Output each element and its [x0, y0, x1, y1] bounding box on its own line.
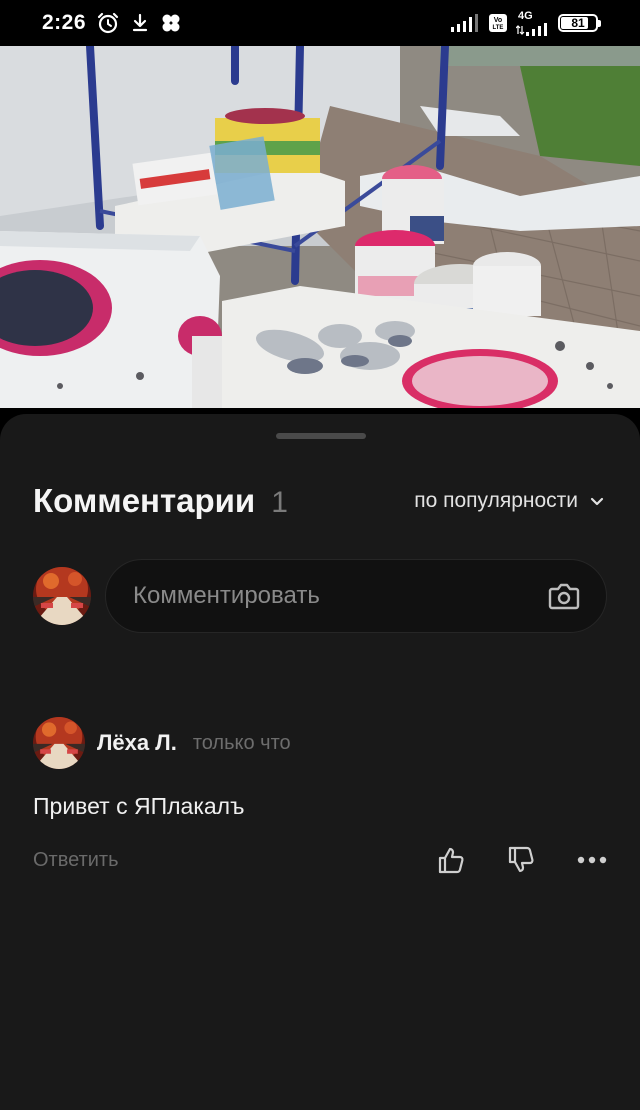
comment-input-box[interactable] [105, 559, 607, 633]
avatar[interactable] [33, 717, 85, 769]
title-wrap: Комментарии 1 [33, 482, 288, 520]
svg-text:LTE: LTE [493, 25, 504, 31]
volte-icon: Vo LTE [488, 13, 508, 33]
more-icon[interactable] [577, 855, 607, 865]
post-photo[interactable] [0, 46, 640, 408]
comments-header: Комментарии 1 по популярности [33, 480, 606, 522]
battery-icon: 81 [558, 14, 601, 32]
alarm-icon [96, 11, 120, 35]
thumb-up-icon[interactable] [437, 845, 467, 875]
download-icon [130, 13, 150, 33]
signal-icon: 4G [516, 9, 550, 36]
comment-header: Лёха Л. только что [33, 717, 607, 769]
battery-percent: 81 [571, 16, 585, 30]
avatar[interactable] [33, 567, 91, 625]
status-bar: 2:26 Vo LTE 4G 81 [0, 0, 640, 46]
comment-author[interactable]: Лёха Л. [97, 730, 177, 756]
network-type: 4G [518, 9, 533, 22]
svg-text:Vo: Vo [494, 17, 502, 24]
status-left: 2:26 [42, 11, 182, 35]
comments-count: 1 [271, 486, 288, 519]
status-right: Vo LTE 4G 81 [450, 9, 601, 36]
drag-handle[interactable] [276, 433, 366, 439]
app-icon [160, 12, 182, 34]
reply-button[interactable]: Ответить [33, 849, 119, 872]
status-time: 2:26 [42, 11, 87, 34]
comment-action-icons [437, 845, 607, 875]
camera-icon[interactable] [548, 582, 580, 610]
comment-text: Привет с ЯПлакалъ [33, 793, 245, 819]
chevron-down-icon [588, 492, 606, 510]
construction-photo [0, 46, 640, 408]
comment-item: Лёха Л. только что Привет с ЯПлакалъ Отв… [33, 717, 607, 878]
comments-sheet: Комментарии 1 по популярности Комментиро… [0, 414, 640, 1110]
signal-icon [450, 13, 480, 33]
sort-dropdown[interactable]: по популярности [414, 489, 606, 513]
comment-time: только что [192, 731, 291, 754]
thumb-down-icon[interactable] [507, 845, 537, 875]
comment-input[interactable] [133, 582, 493, 610]
comments-title: Комментарии [33, 482, 256, 519]
comment-actions: Ответить [33, 842, 607, 878]
comment-input-row [33, 558, 607, 634]
sort-label: по популярности [414, 489, 578, 512]
